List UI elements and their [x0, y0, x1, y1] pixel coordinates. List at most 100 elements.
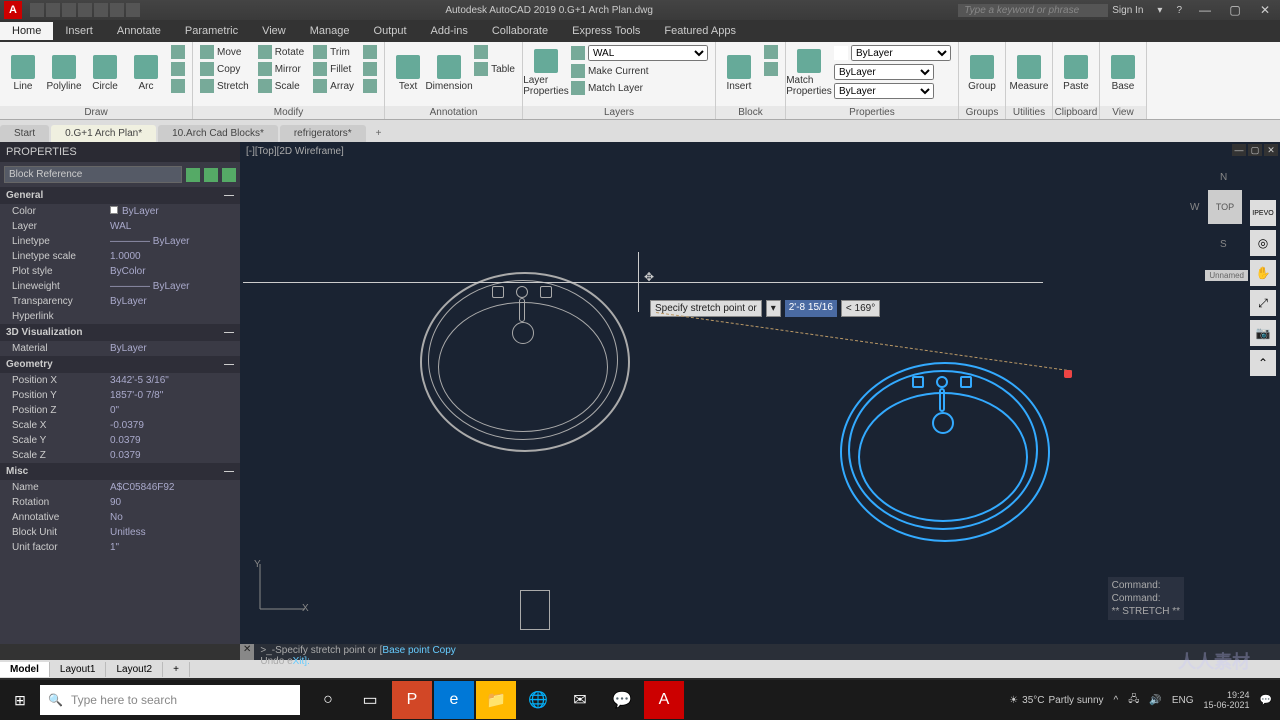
qat-undo-icon[interactable]: [110, 3, 124, 17]
property-row[interactable]: Unit factor1": [0, 540, 240, 555]
qat-redo-icon[interactable]: [126, 3, 140, 17]
app-powerpoint-icon[interactable]: P: [392, 681, 432, 719]
minimize-button[interactable]: —: [1190, 1, 1220, 19]
create-block-icon[interactable]: [761, 44, 781, 60]
array-button[interactable]: Array: [310, 78, 357, 94]
help-icon[interactable]: ?: [1172, 5, 1186, 16]
object-type-select[interactable]: Block Reference: [4, 166, 182, 183]
line-button[interactable]: Line: [4, 44, 42, 102]
ribbon-tab-addins[interactable]: Add-ins: [419, 22, 480, 40]
app-mail-icon[interactable]: ✉: [560, 681, 600, 719]
app-autocad-icon[interactable]: A: [644, 681, 684, 719]
viewcube-south[interactable]: S: [1220, 239, 1227, 250]
app-whatsapp-icon[interactable]: 💬: [602, 681, 642, 719]
grip-point[interactable]: [1064, 370, 1072, 378]
edit-block-icon[interactable]: [761, 61, 781, 77]
viewport-minimize-button[interactable]: —: [1232, 144, 1246, 156]
pan-icon[interactable]: ✋: [1250, 260, 1276, 286]
scale-button[interactable]: Scale: [255, 78, 307, 94]
property-row[interactable]: Scale Y0.0379: [0, 433, 240, 448]
layout-tab-layout2[interactable]: Layout2: [106, 662, 163, 677]
ucs-icon[interactable]: YX: [250, 559, 310, 622]
offset-icon[interactable]: [360, 78, 380, 94]
close-button[interactable]: ✕: [1250, 1, 1280, 19]
network-icon[interactable]: 🖧: [1128, 692, 1139, 709]
base-button[interactable]: Base: [1104, 44, 1142, 102]
app-explorer-icon[interactable]: 📁: [476, 681, 516, 719]
stretch-button[interactable]: Stretch: [197, 78, 252, 94]
measure-button[interactable]: Measure: [1010, 44, 1048, 102]
match-layer-button[interactable]: Match Layer: [568, 80, 711, 96]
trim-button[interactable]: Trim: [310, 44, 357, 60]
command-close-icon[interactable]: ✕: [240, 644, 254, 660]
start-button[interactable]: ⊞: [0, 692, 40, 709]
drawing-canvas[interactable]: — ▢ ✕ [-][Top][2D Wireframe] ✥ Specify s…: [240, 142, 1280, 644]
command-line[interactable]: ✕ >_-Specify stretch point or [Base poin…: [240, 644, 1280, 660]
language-indicator[interactable]: ENG: [1172, 695, 1194, 706]
qat-new-icon[interactable]: [30, 3, 44, 17]
add-layout-button[interactable]: +: [163, 662, 190, 677]
command-input[interactable]: >_-Specify stretch point or [Base point …: [254, 644, 1280, 660]
rectangle-icon[interactable]: [168, 44, 188, 60]
prompt-menu-icon[interactable]: ▾: [766, 300, 781, 317]
layout-tab-layout1[interactable]: Layout1: [50, 662, 107, 677]
ribbon-tab-output[interactable]: Output: [362, 22, 419, 40]
viewcube-north[interactable]: N: [1220, 172, 1227, 183]
qat-saveas-icon[interactable]: [78, 3, 92, 17]
arc-button[interactable]: Arc: [127, 44, 165, 102]
property-row[interactable]: MaterialByLayer: [0, 341, 240, 356]
property-row[interactable]: Scale Z0.0379: [0, 448, 240, 463]
leader-icon[interactable]: [471, 44, 518, 60]
app-icon[interactable]: A: [4, 1, 22, 19]
drawing-tab-start[interactable]: Start: [0, 125, 49, 142]
collapse-navbar-icon[interactable]: ⌃: [1250, 350, 1276, 376]
color-select[interactable]: ByLayer: [831, 44, 954, 62]
hatch-icon[interactable]: [168, 61, 188, 77]
app-edge-icon[interactable]: e: [434, 681, 474, 719]
qat-plot-icon[interactable]: [94, 3, 108, 17]
match-properties-button[interactable]: Match Properties: [790, 44, 828, 102]
dimension-button[interactable]: Dimension: [430, 44, 468, 102]
property-row[interactable]: TransparencyByLayer: [0, 294, 240, 309]
select-objects-icon[interactable]: [204, 168, 218, 182]
ribbon-tab-express[interactable]: Express Tools: [560, 22, 652, 40]
viewcube-west[interactable]: W: [1190, 202, 1199, 213]
help-search[interactable]: Type a keyword or phrase: [958, 4, 1108, 17]
property-row[interactable]: NameA$C05846F92: [0, 480, 240, 495]
maximize-button[interactable]: ▢: [1220, 1, 1250, 19]
text-button[interactable]: Text: [389, 44, 427, 102]
app-chrome-icon[interactable]: 🌐: [518, 681, 558, 719]
group-button[interactable]: Group: [963, 44, 1001, 102]
cortana-icon[interactable]: ○: [308, 681, 348, 719]
paste-button[interactable]: Paste: [1057, 44, 1095, 102]
weather-widget[interactable]: ☀ 35°C Partly sunny: [1009, 695, 1103, 706]
volume-icon[interactable]: 🔊: [1149, 695, 1161, 706]
explode-icon[interactable]: [360, 61, 380, 77]
circle-button[interactable]: Circle: [86, 44, 124, 102]
section-geometry[interactable]: Geometry—: [0, 356, 240, 373]
property-row[interactable]: LayerWAL: [0, 219, 240, 234]
drawing-tab-archplan[interactable]: 0.G+1 Arch Plan*: [51, 125, 156, 142]
notifications-icon[interactable]: 💬: [1260, 695, 1272, 706]
ribbon-tab-view[interactable]: View: [250, 22, 298, 40]
ribbon-tab-insert[interactable]: Insert: [53, 22, 105, 40]
section-3d-visualization[interactable]: 3D Visualization—: [0, 324, 240, 341]
property-row[interactable]: Position X3442'-5 3/16": [0, 373, 240, 388]
ribbon-tab-manage[interactable]: Manage: [298, 22, 362, 40]
polyline-button[interactable]: Polyline: [45, 44, 83, 102]
ribbon-tab-annotate[interactable]: Annotate: [105, 22, 173, 40]
move-button[interactable]: Move: [197, 44, 252, 60]
distance-input[interactable]: 2'-8 15/16: [785, 300, 837, 317]
tray-overflow-icon[interactable]: ^: [1114, 695, 1119, 706]
drawing-tab-blocks[interactable]: 10.Arch Cad Blocks*: [158, 125, 278, 142]
ribbon-tab-parametric[interactable]: Parametric: [173, 22, 250, 40]
table-button[interactable]: Table: [471, 61, 518, 77]
property-row[interactable]: Rotation90: [0, 495, 240, 510]
linetype-select[interactable]: ByLayer: [831, 82, 954, 100]
orbit-icon[interactable]: 📷: [1250, 320, 1276, 346]
taskbar-search[interactable]: 🔍 Type here to search: [40, 685, 300, 715]
property-row[interactable]: Hyperlink: [0, 309, 240, 324]
mirror-button[interactable]: Mirror: [255, 61, 307, 77]
quick-select-icon[interactable]: [186, 168, 200, 182]
zoom-extents-icon[interactable]: ⤢: [1250, 290, 1276, 316]
